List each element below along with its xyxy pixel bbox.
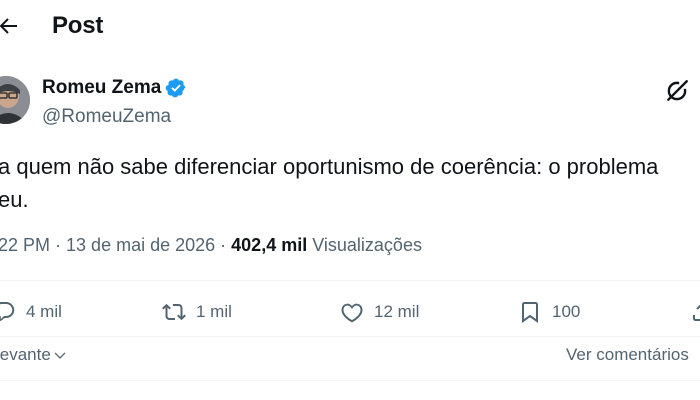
divider bbox=[0, 280, 700, 281]
share-button[interactable] bbox=[690, 300, 700, 324]
author-name[interactable]: Romeu Zema bbox=[42, 77, 187, 99]
author-handle[interactable]: @RomeuZema bbox=[42, 106, 171, 128]
heart-icon bbox=[341, 303, 363, 323]
avatar[interactable] bbox=[0, 76, 30, 124]
reply-count: 4 mil bbox=[26, 302, 62, 321]
reply-button[interactable]: 4 mil bbox=[0, 300, 62, 324]
reply-icon bbox=[0, 302, 15, 322]
repost-icon bbox=[162, 303, 186, 321]
page-title: Post bbox=[52, 12, 104, 39]
view-comments-link[interactable]: Ver comentários bbox=[566, 345, 689, 365]
divider bbox=[0, 336, 700, 337]
post-text-line-2: eu. bbox=[0, 187, 29, 212]
action-bar: 4 mil 1 mil 12 mil 100 bbox=[0, 300, 700, 328]
bookmark-button[interactable]: 100 bbox=[518, 300, 580, 324]
back-arrow-icon[interactable] bbox=[0, 14, 20, 38]
verified-badge-icon bbox=[166, 78, 186, 98]
repost-count: 1 mil bbox=[196, 302, 232, 321]
post-text: a quem não sabe diferenciar oportunismo … bbox=[0, 150, 700, 216]
bookmark-icon bbox=[522, 302, 538, 323]
author-name-text[interactable]: Romeu Zema bbox=[42, 77, 161, 99]
repost-button[interactable]: 1 mil bbox=[162, 300, 232, 324]
chevron-down-icon bbox=[54, 352, 66, 359]
meta-separator: · bbox=[215, 235, 232, 255]
bookmark-count: 100 bbox=[552, 302, 581, 321]
reply-sort-row: levante Ver comentários bbox=[0, 345, 700, 367]
sort-dropdown[interactable]: levante bbox=[0, 345, 67, 365]
like-count: 12 mil bbox=[374, 302, 420, 321]
views-count: 402,4 mil bbox=[231, 235, 308, 255]
post-time[interactable]: 22 PM bbox=[0, 235, 50, 255]
grok-icon[interactable] bbox=[664, 78, 690, 104]
meta-separator: · bbox=[50, 235, 67, 255]
post-meta: 22 PM · 13 de mai de 2026 · 402,4 mil Vi… bbox=[0, 235, 422, 256]
sort-label[interactable]: levante bbox=[0, 345, 51, 365]
post-page: Post Romeu Zema @RomeuZema a quem não sa… bbox=[0, 0, 700, 400]
share-icon bbox=[693, 304, 700, 321]
views-label: Visualizações bbox=[307, 235, 422, 255]
divider bbox=[0, 380, 700, 381]
like-button[interactable]: 12 mil bbox=[340, 300, 419, 324]
post-date[interactable]: 13 de mai de 2026 bbox=[66, 235, 215, 255]
post-text-line-1: a quem não sabe diferenciar oportunismo … bbox=[0, 154, 659, 179]
